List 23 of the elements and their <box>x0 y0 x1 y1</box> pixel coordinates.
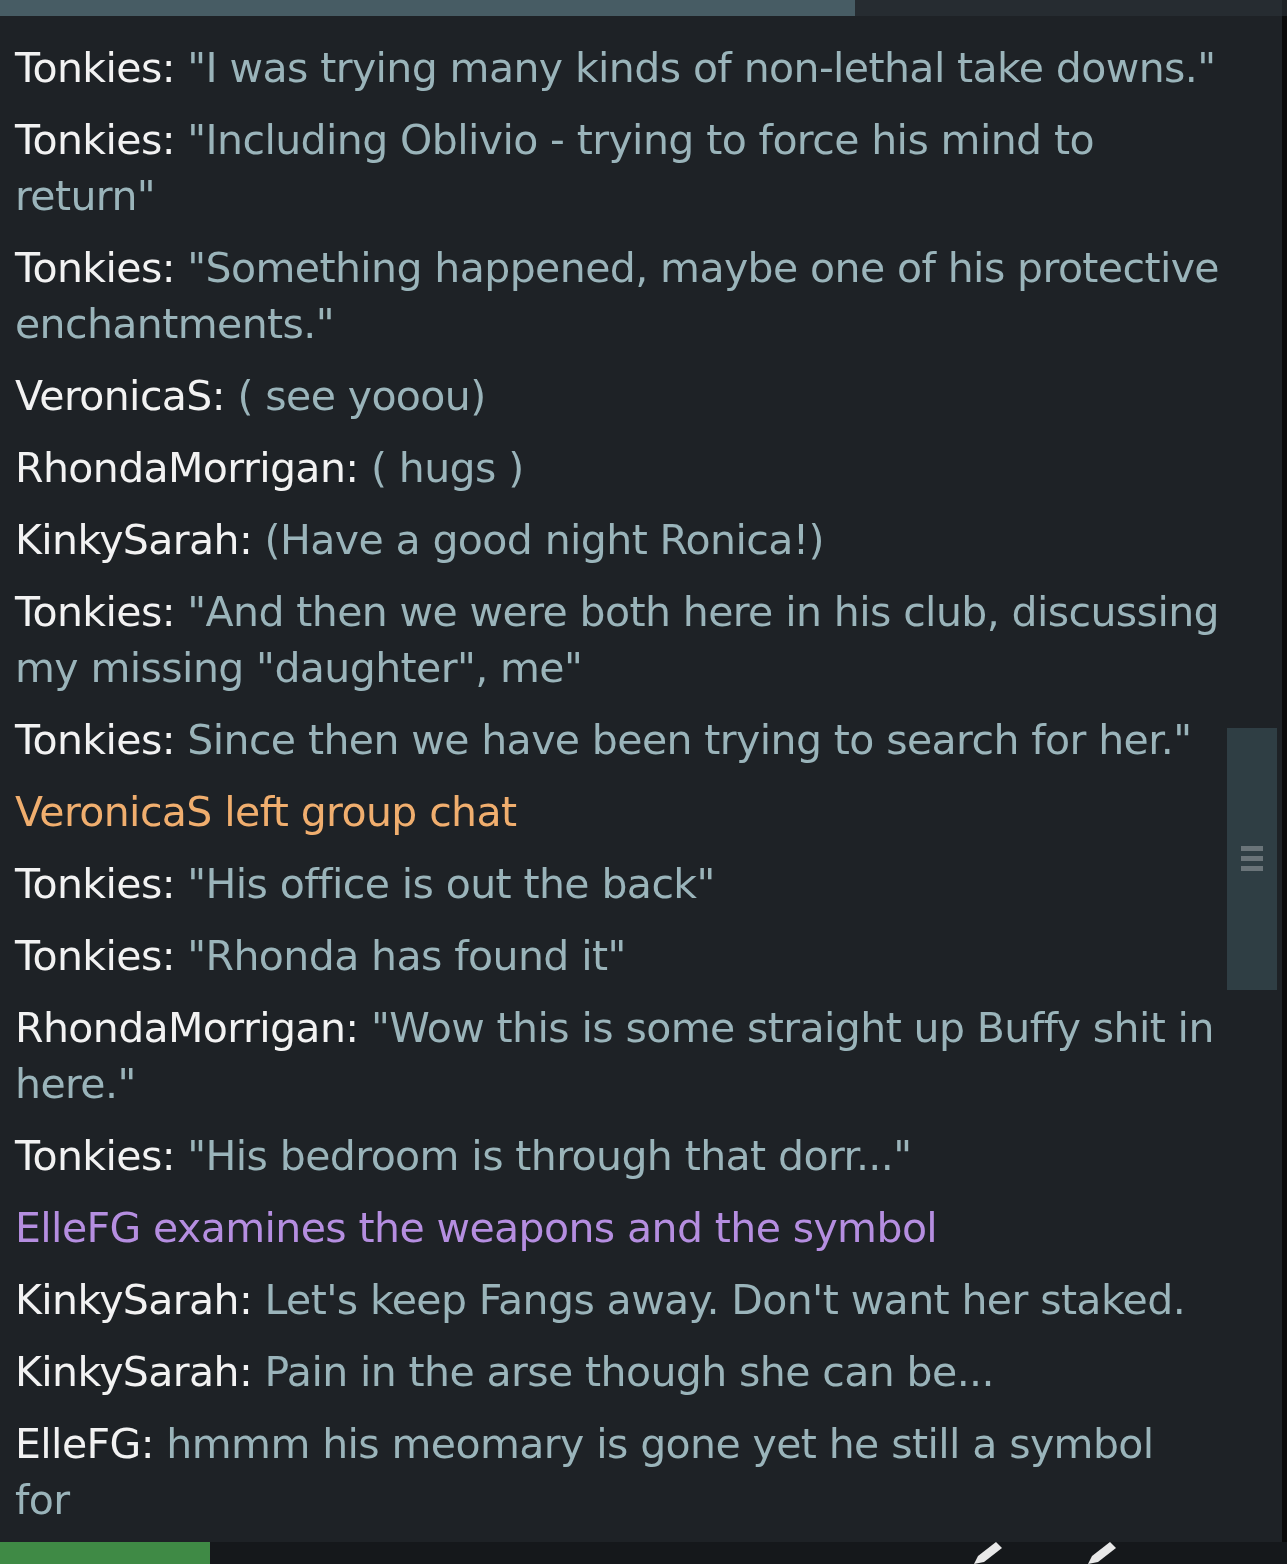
chat-message: VeronicaS: ( see yooou) <box>15 371 487 422</box>
chat-message: Tonkies: "I was trying many kinds of non-lethal take downs." <box>15 43 1217 94</box>
exit-button[interactable] <box>0 1542 210 1564</box>
chat-message: Tonkies: "His bedroom is through that dorr..." <box>15 1131 913 1182</box>
chat-message: ElleFG: hmmm his meomary is gone yet he still a symbol for <box>15 1419 1155 1526</box>
system-message: VeronicaS left group chat <box>15 787 518 838</box>
chat-message: Tonkies: "Something happened, maybe one of his protective enchantments." <box>15 243 1220 350</box>
chat-tab[interactable] <box>0 0 428 16</box>
chat-message: RhondaMorrigan: "Wow this is some straight up Buffy shit in here." <box>15 1003 1215 1110</box>
chat-tab[interactable] <box>427 0 855 16</box>
chat-tab[interactable] <box>854 0 1282 16</box>
chat-message: KinkySarah: Let's keep Fangs away. Don't want her staked. <box>15 1275 1187 1326</box>
chat-message: RhondaMorrigan: ( hugs ) <box>15 443 525 494</box>
grip-icon <box>1241 846 1263 872</box>
chat-message: KinkySarah: Pain in the arse though she can be... <box>15 1347 995 1398</box>
system-message: ElleFG examines the weapons and the symbol <box>15 1203 939 1254</box>
chat-message: Tonkies: "And then we were both here in his club, discussing my missing "daughter", me" <box>15 587 1220 694</box>
chat-message: KinkySarah: (Have a good night Ronica!) <box>15 515 825 566</box>
chat-message: Tonkies: "Including Oblivio - trying to force his mind to return" <box>15 115 1095 222</box>
chat-message: Tonkies: "Rhonda has found it" <box>15 931 627 982</box>
scrollbar-thumb[interactable] <box>1227 728 1277 990</box>
chat-message: Tonkies: Since then we have been trying to search for her." <box>15 715 1193 766</box>
chat-message: Tonkies: "His office is out the back" <box>15 859 716 910</box>
